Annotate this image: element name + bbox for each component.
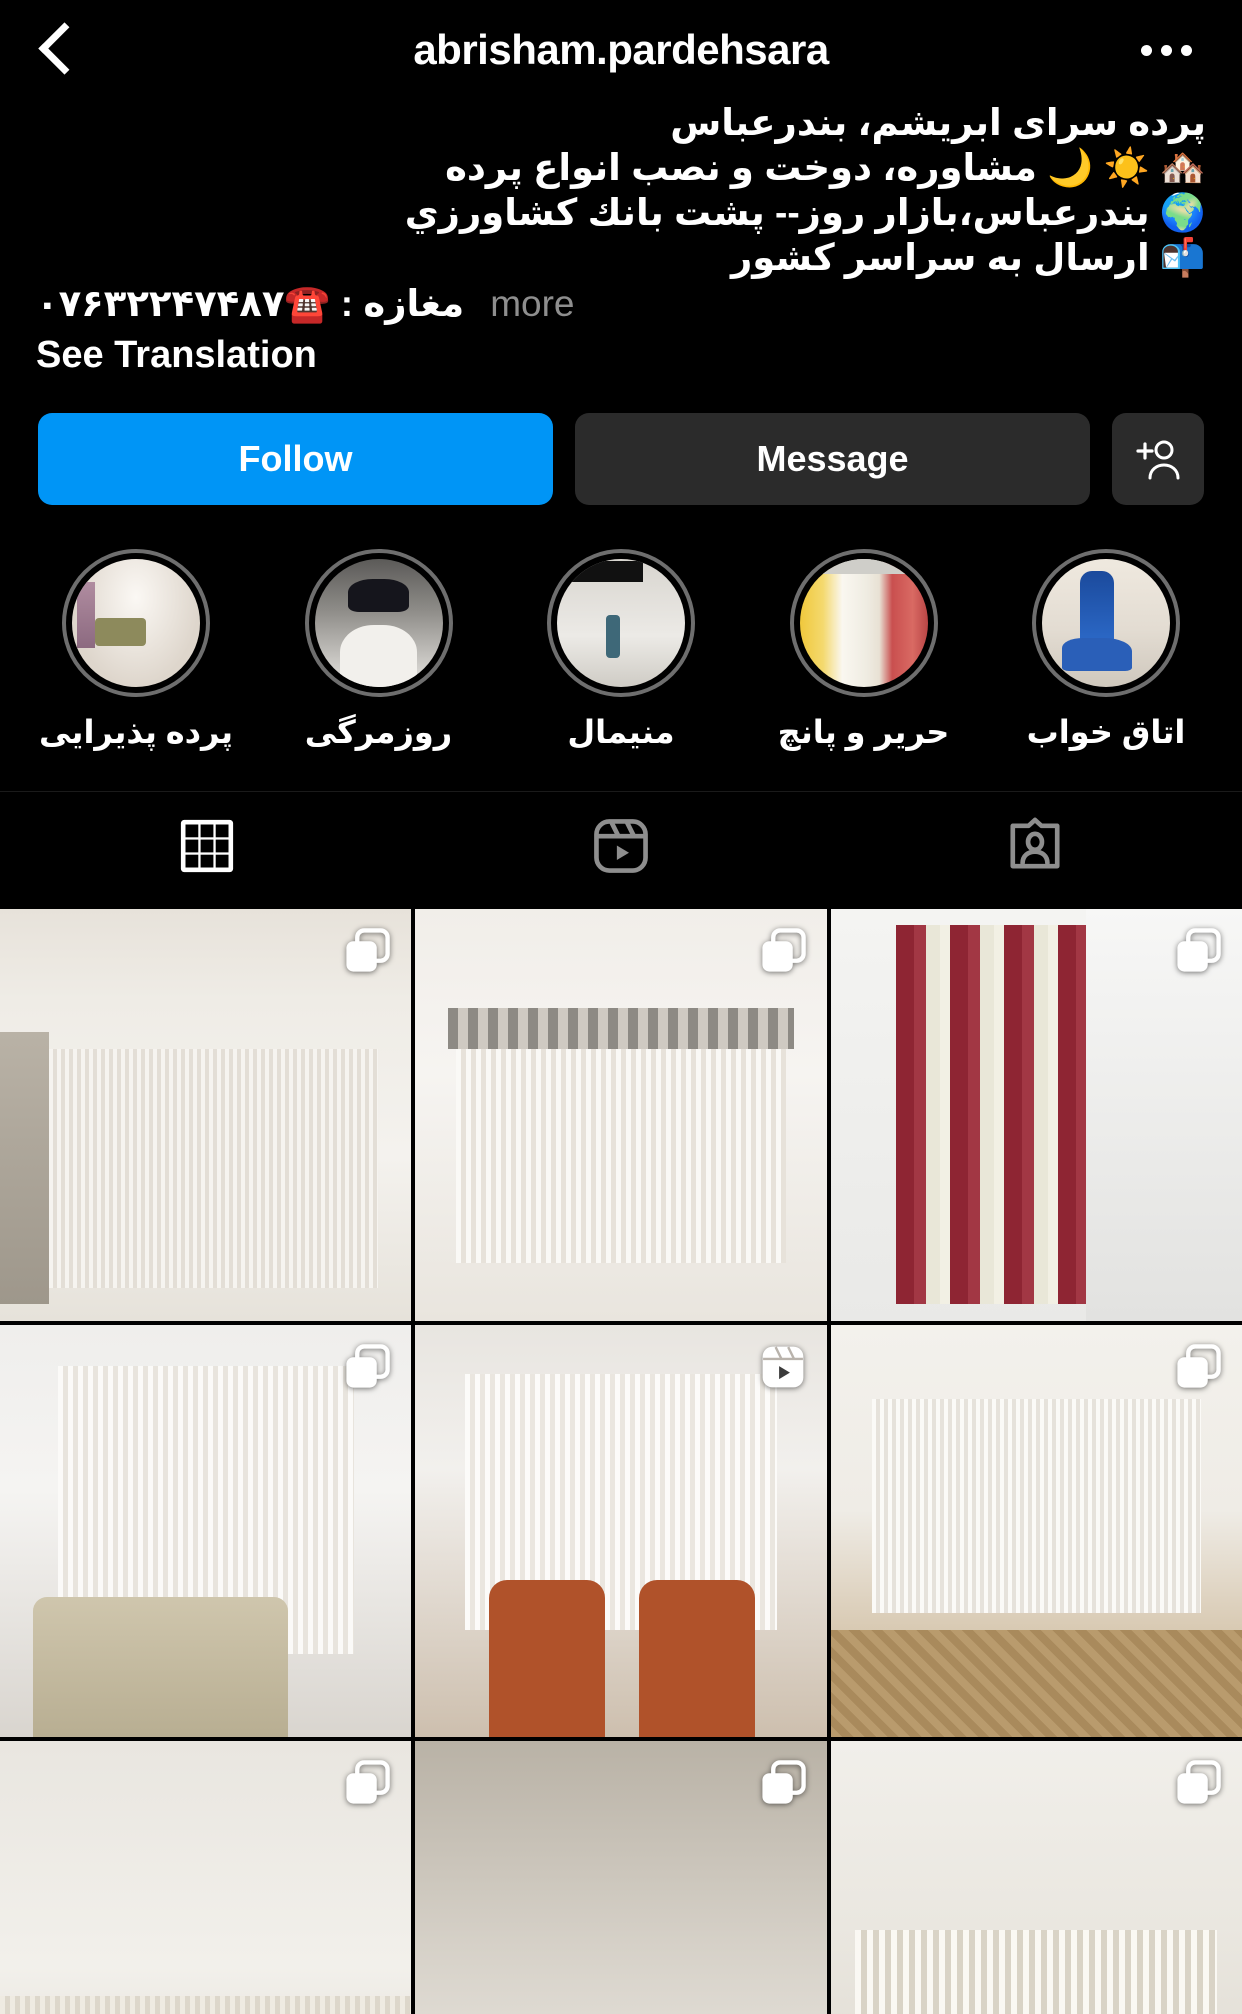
post-image (0, 1324, 412, 1737)
bio-phone-row: مغازه : ☎️۰۷۶۳۲۲۴۷۴۸۷ more (36, 281, 1206, 326)
highlight-thumbnail (72, 558, 200, 687)
tab-tagged[interactable] (828, 792, 1242, 901)
post-image (415, 1324, 827, 1737)
post-thumbnail[interactable] (0, 908, 412, 1321)
post-thumbnail[interactable] (415, 1324, 827, 1737)
back-button[interactable] (40, 20, 100, 80)
highlight-label: روزمرگی (304, 713, 453, 750)
highlight-thumbnail (799, 558, 928, 687)
post-thumbnail[interactable] (415, 1740, 827, 2014)
page-title: abrisham.pardehsara (413, 26, 829, 73)
tab-reels[interactable] (414, 792, 828, 901)
profile-header: abrisham.pardehsara (0, 0, 1242, 100)
reels-icon (594, 819, 648, 873)
discover-people-button[interactable] (1112, 412, 1204, 505)
bio-line: 🏘️ ☀️ 🌙 مشاوره، دوخت و نصب انواع پرده (445, 147, 1206, 189)
highlight-label: حریر و پانچ (777, 713, 950, 750)
highlight-ring (789, 548, 938, 697)
post-image (415, 1740, 827, 2014)
post-thumbnail[interactable] (0, 1740, 412, 2014)
see-translation-button[interactable]: See Translation (0, 326, 1242, 377)
post-image (830, 1324, 1242, 1737)
highlight-ring (304, 548, 453, 697)
post-image (830, 1740, 1242, 2014)
highlight-ring (62, 548, 210, 697)
highlight-item[interactable]: منیمال (523, 548, 719, 751)
bio-line: 🌍 بندرعباس،بازار روز-- پشت بانك كشاورزي (404, 192, 1206, 234)
highlight-thumbnail (1042, 558, 1170, 687)
highlight-ring (1032, 548, 1180, 697)
highlight-item[interactable]: پرده پذیرایی (38, 548, 234, 751)
highlight-ring (547, 548, 695, 697)
highlight-item[interactable]: روزمرگی (281, 548, 477, 751)
post-thumbnail[interactable] (415, 908, 827, 1321)
follow-button[interactable]: Follow (38, 412, 553, 505)
post-thumbnail[interactable] (830, 908, 1242, 1321)
post-image (0, 1740, 412, 2014)
profile-tabs (0, 790, 1242, 901)
post-grid (0, 908, 1242, 2014)
highlight-item[interactable]: اتاق خواب (1008, 548, 1204, 751)
bio-phone-line: مغازه : ☎️۰۷۶۳۲۲۴۷۴۸۷ (36, 282, 465, 324)
highlight-item[interactable]: حریر و پانچ (766, 548, 962, 751)
post-thumbnail[interactable] (830, 1740, 1242, 2014)
highlight-label: اتاق خواب (1026, 713, 1186, 750)
highlight-label: منیمال (567, 713, 675, 750)
post-thumbnail[interactable] (830, 1324, 1242, 1737)
post-thumbnail[interactable] (0, 1324, 412, 1737)
story-highlights: پرده پذیرایی روزمرگی منیمال حریر و پانچ … (0, 505, 1242, 751)
more-options-button[interactable] (1131, 27, 1202, 74)
add-person-icon (1136, 440, 1180, 480)
profile-actions: Follow Message (0, 377, 1242, 505)
post-image (415, 908, 827, 1321)
bio-more-button[interactable]: more (490, 281, 574, 326)
profile-bio: پرده سرای ابریشم، بندرعباس 🏘️ ☀️ 🌙 مشاور… (0, 100, 1242, 326)
post-image (830, 908, 1242, 1321)
dot-icon (1141, 44, 1152, 56)
bio-line: 📬 ارسال به سراسر كشور (730, 237, 1206, 279)
post-image (0, 908, 412, 1321)
highlight-thumbnail (557, 558, 685, 687)
message-button[interactable]: Message (575, 412, 1090, 505)
chevron-left-icon (40, 24, 70, 76)
highlight-thumbnail (314, 558, 443, 687)
dot-icon (1181, 44, 1192, 56)
highlight-label: پرده پذیرایی (39, 713, 233, 750)
dot-icon (1161, 44, 1172, 56)
grid-icon (180, 820, 234, 873)
bio-line: پرده سرای ابریشم، بندرعباس (670, 102, 1206, 143)
tagged-icon (1010, 817, 1060, 869)
tab-grid[interactable] (0, 792, 414, 901)
